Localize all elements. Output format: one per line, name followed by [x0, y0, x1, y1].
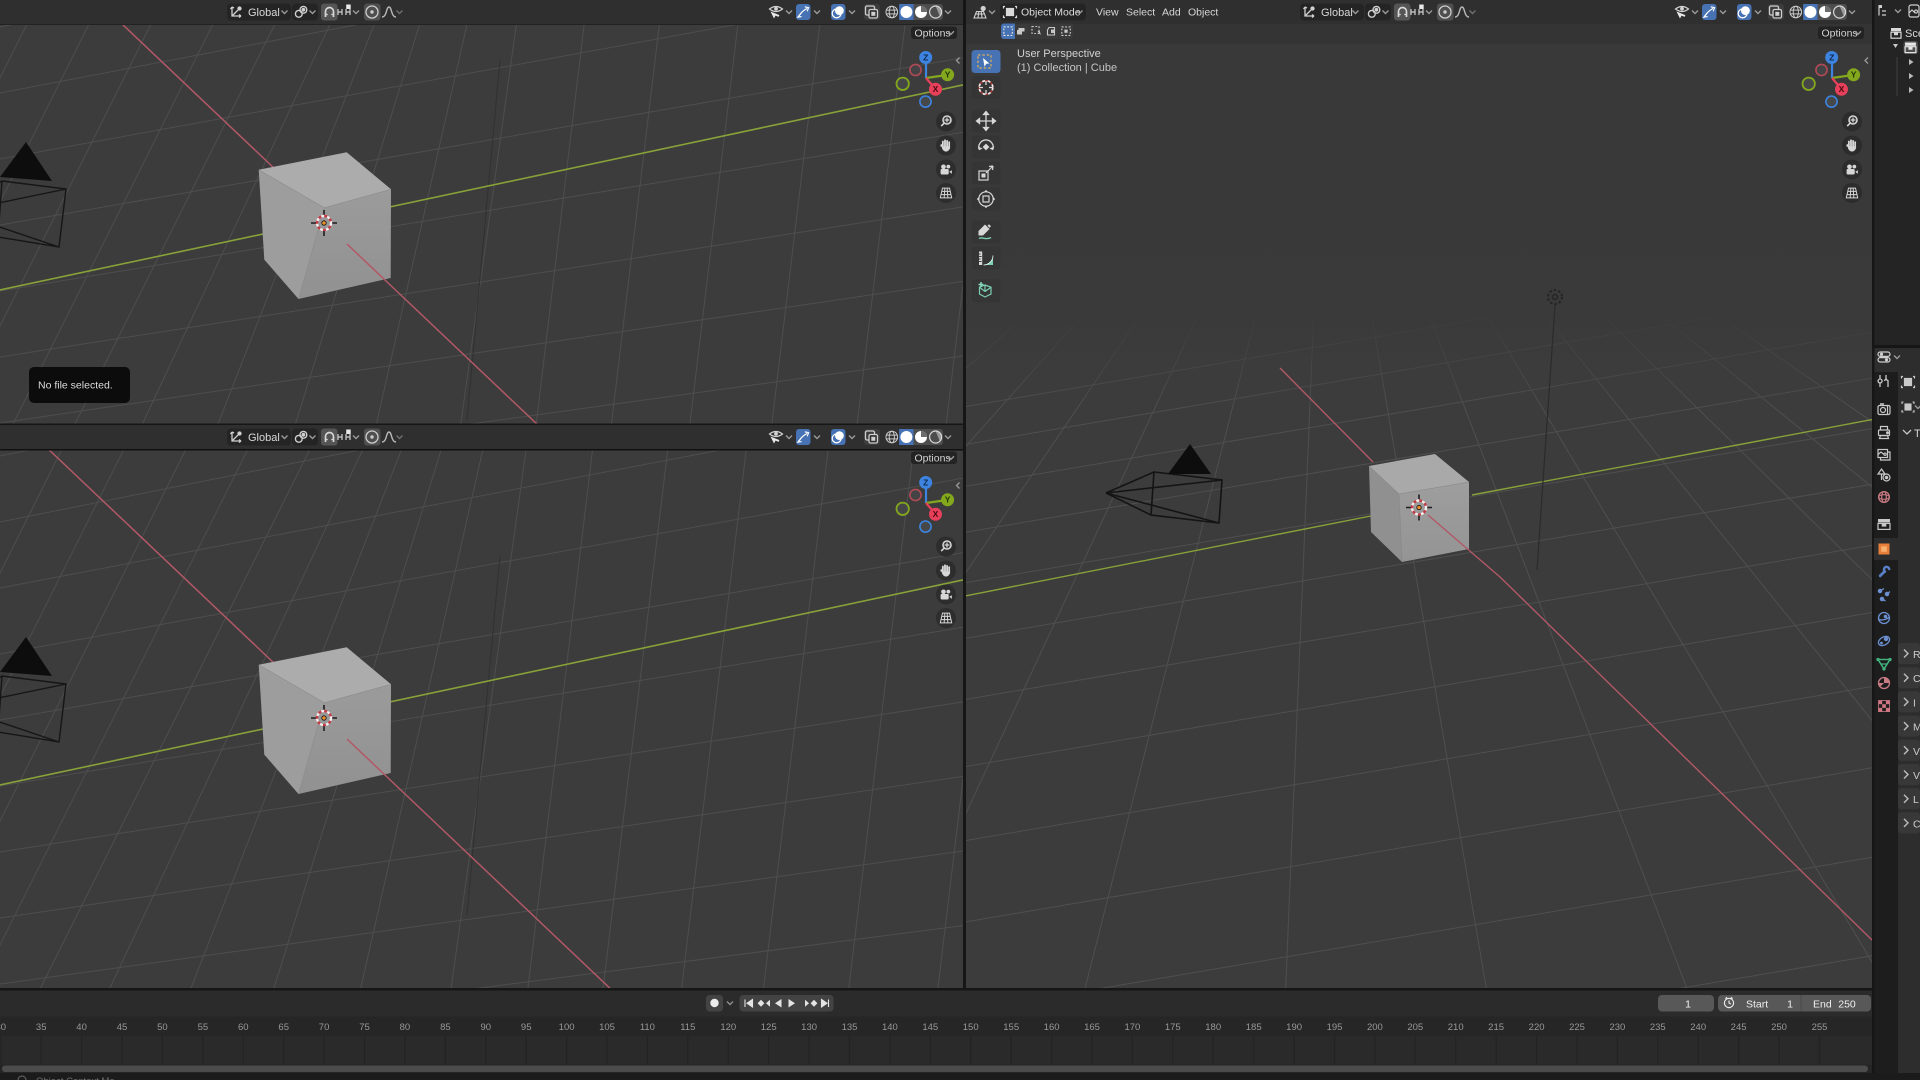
svg-text:75: 75: [359, 1022, 370, 1033]
svg-text:30: 30: [0, 1022, 6, 1033]
svg-text:170: 170: [1124, 1022, 1140, 1033]
svg-text:245: 245: [1731, 1022, 1747, 1033]
svg-text:70: 70: [319, 1022, 330, 1033]
svg-text:230: 230: [1609, 1022, 1625, 1033]
svg-text:250: 250: [1771, 1022, 1787, 1033]
svg-text:225: 225: [1569, 1022, 1585, 1033]
svg-text:Z: Z: [923, 477, 928, 487]
svg-text:Y: Y: [945, 70, 951, 80]
svg-text:C: C: [1913, 818, 1920, 830]
svg-text:X: X: [933, 509, 939, 519]
svg-text:Add: Add: [1162, 7, 1181, 19]
svg-text:255: 255: [1812, 1022, 1828, 1033]
svg-text:1: 1: [1787, 999, 1793, 1011]
svg-text:Y: Y: [945, 495, 951, 505]
svg-text:No file selected.: No file selected.: [38, 380, 113, 392]
svg-text:User Perspective: User Perspective: [1017, 48, 1101, 60]
svg-text:End: End: [1813, 999, 1832, 1011]
svg-text:(1) Collection | Cube: (1) Collection | Cube: [1017, 62, 1117, 74]
svg-text:X: X: [1839, 84, 1845, 94]
svg-text:220: 220: [1529, 1022, 1545, 1033]
svg-text:100: 100: [559, 1022, 575, 1033]
svg-text:105: 105: [599, 1022, 615, 1033]
svg-text:155: 155: [1003, 1022, 1019, 1033]
svg-text:200: 200: [1367, 1022, 1383, 1033]
svg-text:185: 185: [1246, 1022, 1262, 1033]
svg-text:V: V: [1913, 746, 1920, 758]
svg-text:Sce: Sce: [1905, 28, 1920, 40]
svg-text:135: 135: [842, 1022, 858, 1033]
svg-text:205: 205: [1407, 1022, 1423, 1033]
svg-text:80: 80: [400, 1022, 411, 1033]
svg-text:235: 235: [1650, 1022, 1666, 1033]
svg-text:65: 65: [278, 1022, 289, 1033]
svg-text:55: 55: [198, 1022, 209, 1033]
svg-text:85: 85: [440, 1022, 451, 1033]
svg-text:Z: Z: [923, 52, 928, 62]
svg-text:240: 240: [1690, 1022, 1706, 1033]
svg-text:I: I: [1913, 697, 1916, 709]
svg-text:210: 210: [1448, 1022, 1464, 1033]
svg-text:View: View: [1096, 7, 1119, 19]
svg-text:180: 180: [1205, 1022, 1221, 1033]
svg-text:95: 95: [521, 1022, 532, 1033]
svg-text:90: 90: [481, 1022, 492, 1033]
svg-text:Object: Object: [1188, 7, 1218, 19]
svg-text:215: 215: [1488, 1022, 1504, 1033]
svg-text:120: 120: [720, 1022, 736, 1033]
svg-text:140: 140: [882, 1022, 898, 1033]
svg-text:X: X: [933, 84, 939, 94]
svg-text:190: 190: [1286, 1022, 1302, 1033]
svg-text:Select: Select: [1126, 7, 1155, 19]
svg-text:150: 150: [963, 1022, 979, 1033]
svg-text:Options: Options: [915, 453, 951, 465]
svg-text:160: 160: [1044, 1022, 1060, 1033]
svg-text:110: 110: [640, 1022, 655, 1033]
svg-text:115: 115: [680, 1022, 695, 1033]
svg-text:125: 125: [761, 1022, 777, 1033]
svg-text:145: 145: [922, 1022, 938, 1033]
svg-text:Global: Global: [248, 432, 280, 444]
svg-text:V: V: [1913, 770, 1920, 782]
svg-text:1: 1: [1685, 999, 1691, 1011]
svg-text:Object Context Me: Object Context Me: [36, 1076, 115, 1080]
svg-text:Y: Y: [1851, 70, 1857, 80]
svg-text:165: 165: [1084, 1022, 1100, 1033]
svg-text:R: R: [1913, 649, 1920, 661]
svg-text:Options: Options: [1822, 28, 1858, 40]
svg-text:Start: Start: [1746, 999, 1768, 1011]
svg-text:C: C: [1913, 673, 1920, 685]
svg-text:Object Mode: Object Mode: [1021, 7, 1081, 19]
svg-text:250: 250: [1838, 999, 1856, 1011]
svg-text:Options: Options: [915, 28, 951, 40]
svg-text:130: 130: [801, 1022, 817, 1033]
svg-text:45: 45: [117, 1022, 128, 1033]
svg-text:T: T: [1914, 428, 1920, 440]
svg-text:L: L: [1913, 794, 1919, 806]
svg-text:Global: Global: [1321, 7, 1353, 19]
svg-text:195: 195: [1327, 1022, 1343, 1033]
svg-text:40: 40: [76, 1022, 87, 1033]
svg-text:50: 50: [157, 1022, 168, 1033]
svg-text:M: M: [1913, 722, 1920, 734]
svg-text:Z: Z: [1829, 52, 1834, 62]
svg-text:35: 35: [36, 1022, 47, 1033]
svg-text:175: 175: [1165, 1022, 1181, 1033]
svg-text:Global: Global: [248, 7, 280, 19]
svg-text:60: 60: [238, 1022, 249, 1033]
